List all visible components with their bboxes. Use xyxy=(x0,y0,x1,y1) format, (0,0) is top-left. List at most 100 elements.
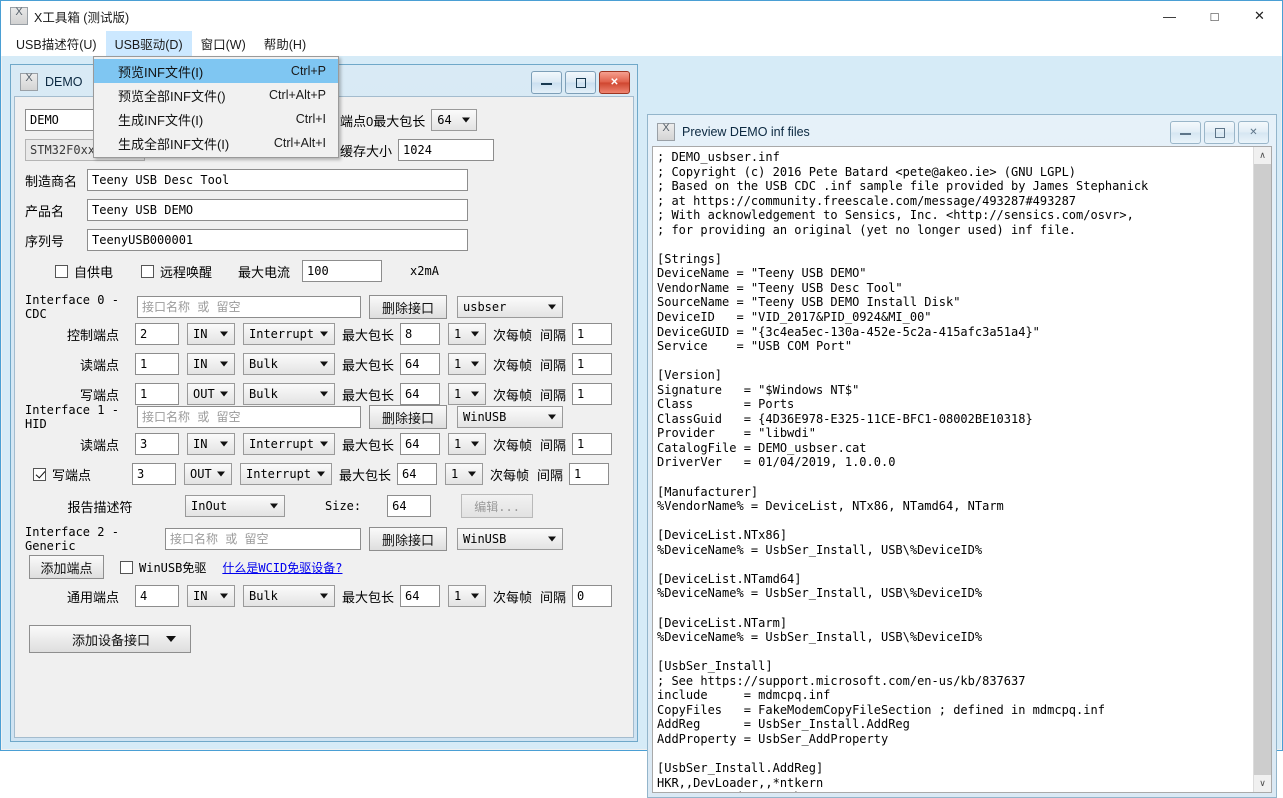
self-powered-checkbox[interactable] xyxy=(55,264,68,278)
report-descriptor-mode-value: InOut xyxy=(191,499,228,513)
if0-ep1-mps[interactable] xyxy=(400,353,441,375)
scroll-down-button[interactable]: ∨ xyxy=(1254,775,1271,792)
report-descriptor-row: 报告描述符 InOut Size: 编辑... xyxy=(25,494,534,518)
if0-ep0-direction[interactable]: IN xyxy=(187,323,235,345)
if0-ep0-mps-label: 最大包长 xyxy=(342,327,395,343)
buffer-size-input[interactable] xyxy=(398,139,495,161)
menu-item-generate-inf[interactable]: 生成INF文件(I) Ctrl+I xyxy=(94,107,338,131)
preview-close-button[interactable]: ✕ xyxy=(1238,121,1269,144)
generic-ep-direction[interactable]: IN xyxy=(187,585,235,607)
remote-wakeup-checkbox[interactable] xyxy=(141,264,155,278)
chevron-down-icon xyxy=(217,471,225,477)
generic-ep-number[interactable] xyxy=(135,585,179,607)
serial-input[interactable] xyxy=(87,229,468,251)
if1-ep0-interval[interactable] xyxy=(572,433,613,455)
if0-ep2-perframe-label: 次每帧 xyxy=(493,387,533,403)
if0-ep2-direction[interactable]: OUT xyxy=(187,383,235,405)
manufacturer-input[interactable] xyxy=(87,169,468,191)
minimize-button[interactable]: — xyxy=(1147,1,1192,31)
if0-ep0-interval[interactable] xyxy=(572,323,613,345)
ep0-size-combo[interactable]: 64 xyxy=(431,109,478,131)
if0-ep0-mps[interactable] xyxy=(400,323,441,345)
serial-row: 序列号 xyxy=(25,229,468,251)
report-edit-button[interactable]: 编辑... xyxy=(461,494,534,518)
report-descriptor-mode-combo[interactable]: InOut xyxy=(185,495,285,517)
if1-ep1-number[interactable] xyxy=(132,463,176,485)
chevron-down-icon xyxy=(220,331,228,337)
scroll-up-button[interactable]: ∧ xyxy=(1254,147,1271,164)
if0-ep0-type[interactable]: Interrupt xyxy=(243,323,335,345)
demo-minimize-button[interactable] xyxy=(531,71,562,94)
if1-ep1-direction[interactable]: OUT xyxy=(184,463,232,485)
if1-ep0-mps[interactable] xyxy=(400,433,441,455)
if1-ep0-direction[interactable]: IN xyxy=(187,433,235,455)
if1-ep1-type[interactable]: Interrupt xyxy=(240,463,332,485)
interface-2-driver-combo[interactable]: WinUSB xyxy=(457,528,563,550)
if0-ep2-interval[interactable] xyxy=(572,383,613,405)
interface-2-delete-button[interactable]: 删除接口 xyxy=(369,527,447,551)
if0-ep0-number[interactable] xyxy=(135,323,179,345)
if0-ep1-label: 读端点 xyxy=(79,357,119,373)
close-button[interactable]: ✕ xyxy=(1237,1,1282,31)
report-size-input[interactable] xyxy=(387,495,432,517)
if0-ep1-number[interactable] xyxy=(135,353,179,375)
if1-ep0-number[interactable] xyxy=(135,433,179,455)
if0-ep1-interval[interactable] xyxy=(572,353,613,375)
wcid-help-link[interactable]: 什么是WCID免驱设备? xyxy=(222,559,342,576)
interface-1-name-input[interactable] xyxy=(137,406,361,428)
chevron-down-icon xyxy=(548,304,556,310)
if0-ep2-perframe[interactable]: 1 xyxy=(448,383,487,405)
if0-ep1-type[interactable]: Bulk xyxy=(243,353,335,375)
menu-item-preview-all-inf[interactable]: 预览全部INF文件() Ctrl+Alt+P xyxy=(94,83,338,107)
generic-ep-type[interactable]: Bulk xyxy=(243,585,335,607)
if0-ep1-direction-value: IN xyxy=(193,357,208,371)
preview-minimize-button[interactable] xyxy=(1170,121,1201,144)
preview-restore-button[interactable] xyxy=(1204,121,1235,144)
interface-1-delete-button[interactable]: 删除接口 xyxy=(369,405,447,429)
if0-ep2-mps[interactable] xyxy=(400,383,441,405)
add-endpoint-button[interactable]: 添加端点 xyxy=(29,555,104,579)
menu-item-generate-all-inf[interactable]: 生成全部INF文件(I) Ctrl+Alt+I xyxy=(94,131,338,155)
menu-usb-driver[interactable]: USB驱动(D) xyxy=(105,31,192,56)
menu-window[interactable]: 窗口(W) xyxy=(192,31,255,56)
if0-ep2-number[interactable] xyxy=(135,383,179,405)
if1-ep1-interval[interactable] xyxy=(569,463,610,485)
if0-ep1-mps-label: 最大包长 xyxy=(342,357,395,373)
inf-preview-scrollbar[interactable]: ∧ ∨ xyxy=(1253,147,1271,792)
demo-close-button[interactable]: ✕ xyxy=(599,71,630,94)
interface-0-name-input[interactable] xyxy=(137,296,361,318)
window-controls: — □ ✕ xyxy=(1147,1,1282,31)
winusb-free-driver-checkbox[interactable] xyxy=(120,560,133,574)
if0-ep1-perframe[interactable]: 1 xyxy=(448,353,487,375)
if1-ep0-perframe[interactable]: 1 xyxy=(448,433,487,455)
menu-item-generate-all-inf-label: 生成全部INF文件(I) xyxy=(118,136,230,152)
max-current-input[interactable] xyxy=(302,260,383,282)
interface-1-driver-combo[interactable]: WinUSB xyxy=(457,406,563,428)
app-icon xyxy=(10,6,28,25)
demo-restore-button[interactable] xyxy=(565,71,596,94)
product-input[interactable] xyxy=(87,199,468,221)
generic-ep-perframe[interactable]: 1 xyxy=(448,585,487,607)
interface-0-driver-combo[interactable]: usbser xyxy=(457,296,563,318)
add-device-interface-button[interactable]: 添加设备接口 xyxy=(29,625,191,653)
interface-2-name-input[interactable] xyxy=(165,528,361,550)
maximize-button[interactable]: □ xyxy=(1192,1,1237,31)
interface-0-delete-button[interactable]: 删除接口 xyxy=(369,295,447,319)
if1-ep1-perframe[interactable]: 1 xyxy=(445,463,484,485)
scrollbar-thumb[interactable] xyxy=(1254,164,1271,776)
if0-ep2-type[interactable]: Bulk xyxy=(243,383,335,405)
inf-preview-text[interactable]: ; DEMO_usbser.inf ; Copyright (c) 2016 P… xyxy=(653,147,1253,792)
if1-ep0-type[interactable]: Interrupt xyxy=(243,433,335,455)
menu-help[interactable]: 帮助(H) xyxy=(255,31,315,56)
if0-ep0-perframe[interactable]: 1 xyxy=(448,323,487,345)
generic-options-row: 添加端点 WinUSB免驱 什么是WCID免驱设备? xyxy=(29,555,342,579)
menu-usb-descriptor[interactable]: USB描述符(U) xyxy=(7,31,106,56)
if1-ep1-mps-label: 最大包长 xyxy=(339,467,392,483)
generic-ep-mps[interactable] xyxy=(400,585,441,607)
menu-item-preview-inf[interactable]: 预览INF文件(I) Ctrl+P xyxy=(94,59,338,83)
if0-ep1-direction[interactable]: IN xyxy=(187,353,235,375)
generic-ep-interval[interactable] xyxy=(572,585,613,607)
interface-1-header: Interface 1 - HID 删除接口 WinUSB xyxy=(25,403,563,431)
if1-ep1-mps[interactable] xyxy=(397,463,438,485)
if1-ep1-enable-checkbox[interactable] xyxy=(33,467,46,481)
